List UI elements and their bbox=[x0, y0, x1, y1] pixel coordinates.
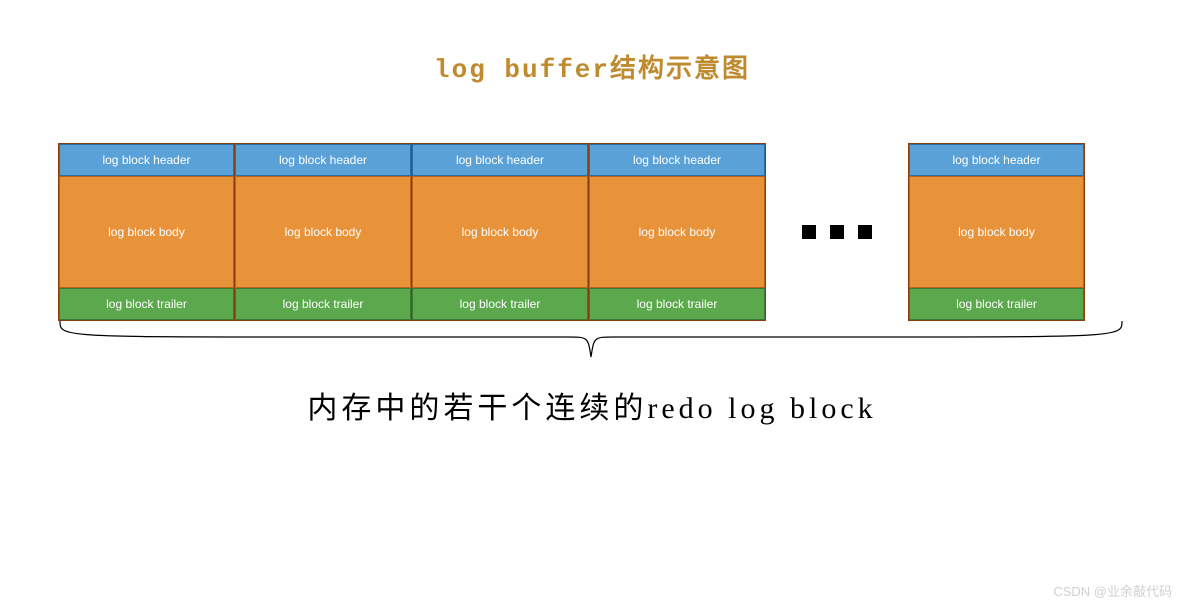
log-block-trailer: log block trailer bbox=[909, 288, 1084, 320]
log-block-header: log block header bbox=[59, 144, 234, 176]
dot-icon bbox=[802, 225, 816, 239]
log-block-header: log block header bbox=[235, 144, 411, 176]
log-block-trailer: log block trailer bbox=[59, 288, 234, 320]
dot-icon bbox=[858, 225, 872, 239]
log-block: log block header log block body log bloc… bbox=[58, 143, 235, 321]
blocks-row: log block header log block body log bloc… bbox=[0, 143, 1184, 321]
log-block-header: log block header bbox=[589, 144, 765, 176]
log-block-trailer: log block trailer bbox=[412, 288, 588, 320]
diagram-caption: 内存中的若干个连续的redo log block bbox=[0, 383, 1184, 427]
log-block: log block header log block body log bloc… bbox=[412, 143, 589, 321]
log-block-body: log block body bbox=[59, 176, 234, 288]
log-block-body: log block body bbox=[412, 176, 588, 288]
dot-icon bbox=[830, 225, 844, 239]
log-block: log block header log block body log bloc… bbox=[589, 143, 766, 321]
log-block-header: log block header bbox=[412, 144, 588, 176]
log-block: log block header log block body log bloc… bbox=[235, 143, 412, 321]
log-block-trailer: log block trailer bbox=[235, 288, 411, 320]
diagram-title: log buffer结构示意图 bbox=[0, 48, 1184, 85]
log-block-body: log block body bbox=[235, 176, 411, 288]
left-block-group: log block header log block body log bloc… bbox=[58, 143, 766, 321]
log-block-body: log block body bbox=[589, 176, 765, 288]
log-block-body: log block body bbox=[909, 176, 1084, 288]
right-block: log block header log block body log bloc… bbox=[908, 143, 1085, 321]
curly-brace-icon bbox=[58, 317, 1124, 365]
ellipsis-icon bbox=[766, 225, 908, 239]
watermark: CSDN @业余敲代码 bbox=[1053, 581, 1172, 600]
log-block-header: log block header bbox=[909, 144, 1084, 176]
log-block-trailer: log block trailer bbox=[589, 288, 765, 320]
